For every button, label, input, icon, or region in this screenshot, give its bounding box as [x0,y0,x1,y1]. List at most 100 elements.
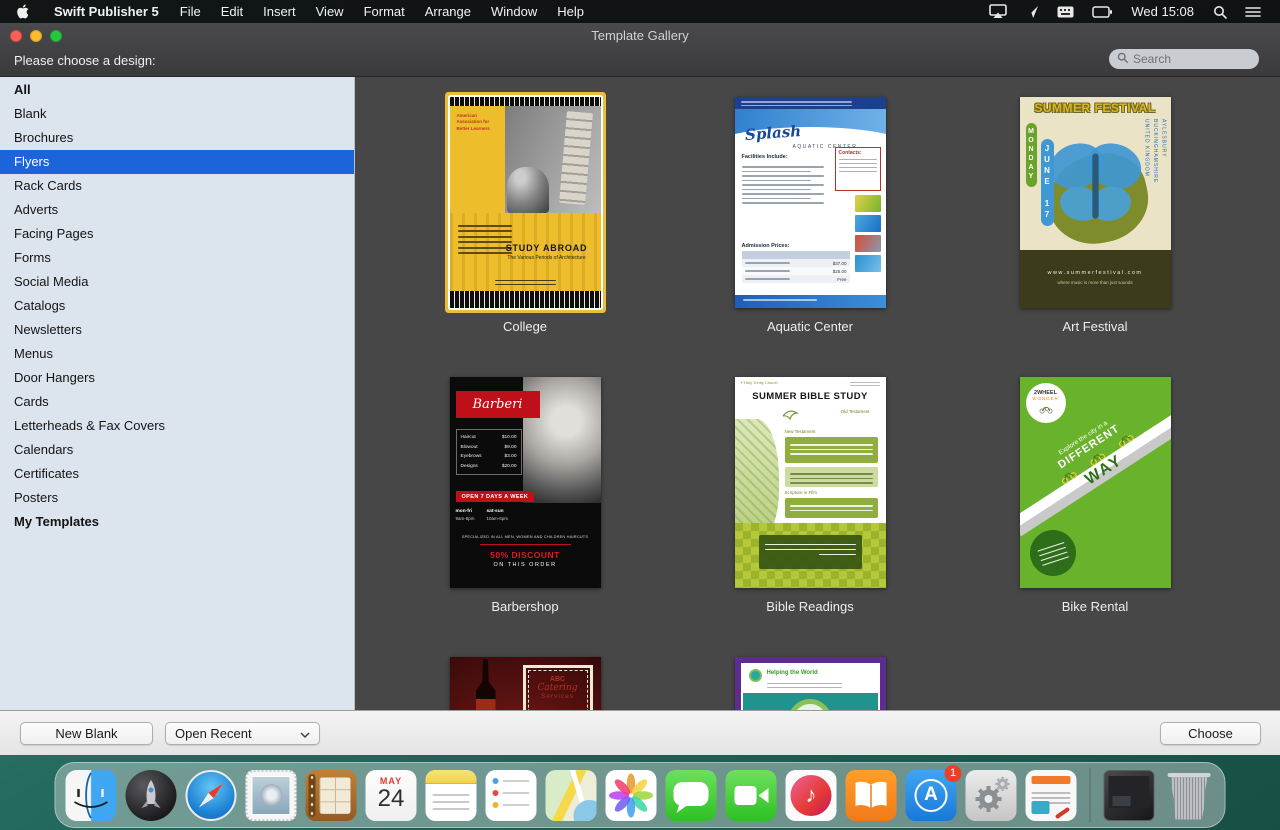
sidebar-item-rack-cards[interactable]: Rack Cards [0,174,354,198]
sidebar: All Blank Brochures Flyers Rack Cards Ad… [0,77,355,710]
dock-photos-icon[interactable] [606,770,657,821]
menu-file[interactable]: File [170,4,211,19]
sidebar-item-newsletters[interactable]: Newsletters [0,318,354,342]
template-catering-preview: ABC Catering Services [450,657,601,710]
notification-center-icon[interactable] [1236,0,1270,23]
dock-calendar-icon[interactable]: MAY 24 [366,770,417,821]
dock-facetime-icon[interactable] [726,770,777,821]
art-footer: www.summerfestival.com where music is mo… [1020,250,1171,308]
sidebar-item-calendars[interactable]: Calendars [0,438,354,462]
sidebar-item-forms[interactable]: Forms [0,246,354,270]
dock-swift-publisher-icon[interactable] [1026,770,1077,821]
menu-format[interactable]: Format [354,4,415,19]
dock-appstore-icon[interactable]: 1 [906,770,957,821]
catering-line2-text: Catering [526,683,590,693]
battery-icon[interactable] [1083,0,1121,23]
college-association-text: American Association for Better Learners [457,113,503,132]
dock-notes-icon[interactable] [426,770,477,821]
sidebar-item-adverts[interactable]: Adverts [0,198,354,222]
menubar-clock[interactable]: Wed 15:08 [1121,4,1204,19]
discount-subtext: ON THIS ORDER [450,562,601,568]
dock-trash-icon[interactable] [1164,770,1215,821]
template-barbershop[interactable]: Barberi Haircut$10.00 Blowout$9.00 Eyebr… [440,377,610,614]
dock-mail-icon[interactable] [246,770,297,821]
dock-system-preferences-icon[interactable] [966,770,1017,821]
sidebar-item-posters[interactable]: Posters [0,486,354,510]
dock-messages-icon[interactable] [666,770,717,821]
menu-insert[interactable]: Insert [253,4,306,19]
dock-maps-icon[interactable] [546,770,597,821]
art-tagline-text: where music is more than just sounds [1020,280,1171,285]
art-day-text: MONDAY [1026,123,1037,187]
sidebar-item-brochures[interactable]: Brochures [0,126,354,150]
template-art-preview: SUMMER FESTIVAL MONDAY JUNE 17 AYLESBURY… [1020,97,1171,308]
sidebar-item-menus[interactable]: Menus [0,342,354,366]
dock-minimized-window-icon[interactable] [1104,770,1155,821]
sidebar-item-my-templates[interactable]: My Templates [0,510,354,534]
choose-button[interactable]: Choose [1160,722,1261,745]
template-college[interactable]: American Association for Better Learners… [440,97,610,334]
template-aquatic-center[interactable]: Splash AQUATIC CENTER Contacts: Faciliti… [725,97,895,334]
dock-finder-icon[interactable] [66,770,117,821]
text-lines-placeholder [785,437,878,463]
search-input[interactable] [1133,52,1251,66]
menu-view[interactable]: View [306,4,354,19]
template-bible-preview: Holy Trinity Church SUMMER BIBLE STUDY O… [735,377,886,588]
sidebar-item-blank[interactable]: Blank [0,102,354,126]
template-catering-partial[interactable]: ABC Catering Services [440,657,610,710]
decor-leaves [735,419,779,537]
window-header: Template Gallery Please choose a design: [0,23,1280,77]
sidebar-item-letterheads[interactable]: Letterheads & Fax Covers [0,414,354,438]
search-icon [1117,50,1128,68]
dock-books-icon[interactable] [846,770,897,821]
template-charity-partial[interactable]: Helping the World [725,657,895,710]
art-location-text: AYLESBURY BUCKINGHAMSHIRE UNITED KINGDOM [1142,119,1168,183]
template-label: Bike Rental [1010,599,1180,614]
art-date-text: JUNE 17 [1041,139,1054,226]
wine-bottle-graphic [476,659,496,710]
sidebar-item-cards[interactable]: Cards [0,390,354,414]
dock-launchpad-icon[interactable] [126,770,177,821]
dock-itunes-icon[interactable] [786,770,837,821]
search-field[interactable] [1109,49,1259,69]
template-bike-rental[interactable]: 2WHEEL WONDER Explore the city in a DIFF… [1010,377,1180,614]
template-art-festival[interactable]: SUMMER FESTIVAL MONDAY JUNE 17 AYLESBURY… [1010,97,1180,334]
template-bible-readings[interactable]: Holy Trinity Church SUMMER BIBLE STUDY O… [725,377,895,614]
template-barbershop-preview: Barberi Haircut$10.00 Blowout$9.00 Eyebr… [450,377,601,588]
dock-safari-icon[interactable] [186,770,237,821]
template-bike-preview: 2WHEEL WONDER Explore the city in a DIFF… [1020,377,1171,588]
sidebar-item-certificates[interactable]: Certificates [0,462,354,486]
section-old-testament: Old Testament [841,409,870,414]
butterfly-graphic [1043,127,1148,245]
open-recent-dropdown[interactable]: Open Recent [165,722,320,745]
app-menu[interactable]: Swift Publisher 5 [43,4,170,19]
sidebar-item-flyers[interactable]: Flyers [0,150,354,174]
sidebar-item-facing-pages[interactable]: Facing Pages [0,222,354,246]
keyboard-input-icon[interactable] [1048,0,1083,23]
new-blank-button[interactable]: New Blank [20,722,153,745]
dock-contacts-icon[interactable] [306,770,357,821]
sidebar-item-catalogs[interactable]: Catalogs [0,294,354,318]
menu-window[interactable]: Window [481,4,547,19]
menu-edit[interactable]: Edit [211,4,253,19]
airplay-icon[interactable] [980,0,1016,23]
college-subtitle-text: The Various Periods of Architecture [497,255,597,262]
catering-line1-text: ABC [526,676,590,683]
menu-help[interactable]: Help [547,4,594,19]
art-url-text: www.summerfestival.com [1020,270,1171,276]
sidebar-item-all[interactable]: All [0,78,354,102]
dock-reminders-icon[interactable] [486,770,537,821]
sidebar-item-social-media[interactable]: Social Media [0,270,354,294]
spotlight-icon[interactable] [1204,0,1236,23]
dock: MAY 24 [55,762,1226,828]
template-label: Barbershop [440,599,610,614]
footer-bar: New Blank Open Recent Choose [0,710,1280,755]
quote-box [759,535,862,569]
location-icon[interactable] [1016,0,1048,23]
sidebar-item-door-hangers[interactable]: Door Hangers [0,366,354,390]
text-lines-placeholder [742,163,824,207]
menu-arrange[interactable]: Arrange [415,4,481,19]
template-grid: American Association for Better Learners… [355,77,1280,710]
apple-menu-icon[interactable] [0,0,43,23]
template-aquatic-preview: Splash AQUATIC CENTER Contacts: Faciliti… [735,97,886,308]
